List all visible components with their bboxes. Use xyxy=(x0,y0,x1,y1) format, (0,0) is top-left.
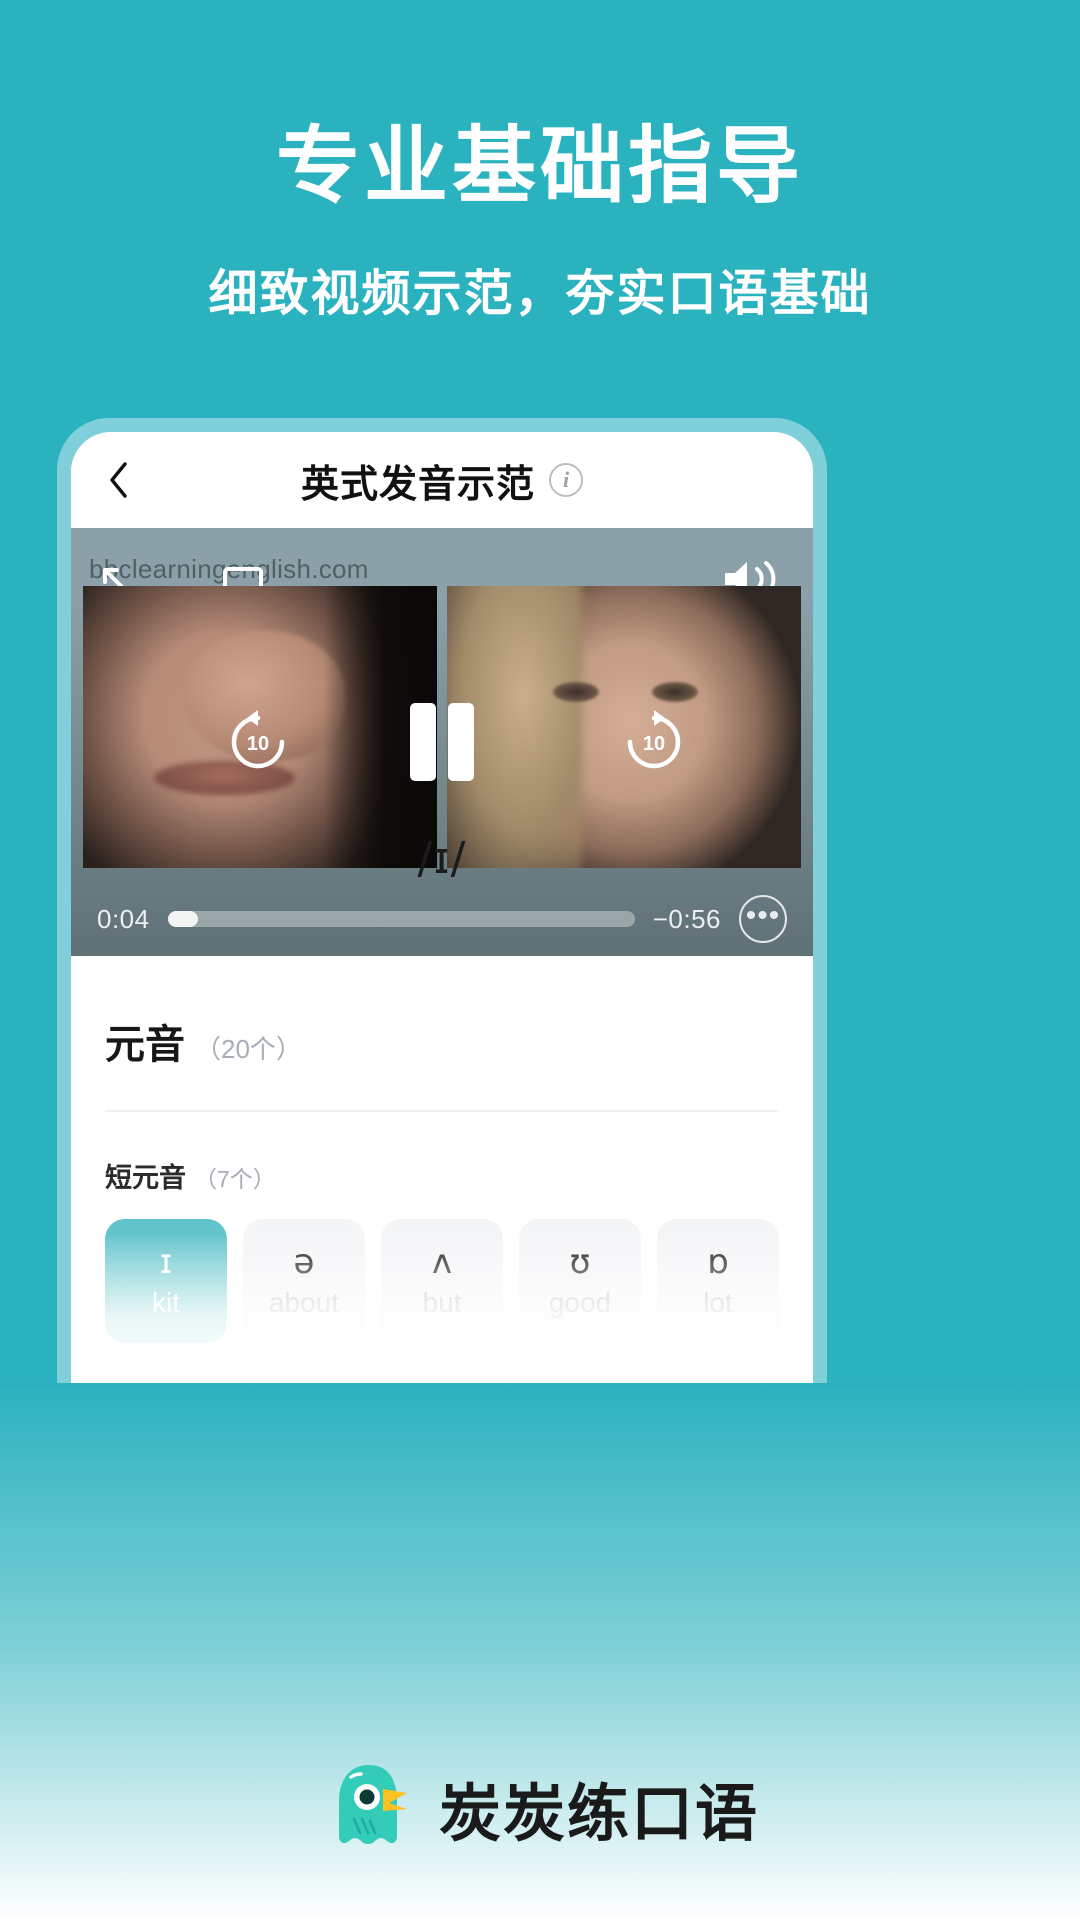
player-controls: 0:04 −0:56 ••• xyxy=(71,882,813,956)
phoneme-symbol: ʌ xyxy=(431,1242,453,1282)
phoneme-card-but[interactable]: ʌ but xyxy=(381,1219,503,1343)
replay-10-icon[interactable]: 10 xyxy=(221,705,295,779)
phoneme-symbol: ɪ xyxy=(159,1242,173,1282)
app-navbar: 英式发音示范 i xyxy=(71,432,813,528)
page-title: 英式发音示范 xyxy=(300,463,535,506)
phoneme-example-word: lot xyxy=(703,1287,733,1318)
svg-text:10: 10 xyxy=(247,733,269,755)
promo-headline: 专业基础指导 xyxy=(275,119,804,213)
phoneme-example-word: good xyxy=(548,1287,612,1318)
promo-subheadline: 细致视频示范，夯实口语基础 xyxy=(208,267,872,322)
remaining-time-label: −0:56 xyxy=(652,903,721,934)
info-icon[interactable]: i xyxy=(549,463,583,497)
phoneme-example-word: kit xyxy=(152,1287,180,1318)
phoneme-card-row-2: ebed æback xyxy=(105,1359,779,1383)
pause-bar-right xyxy=(448,703,474,781)
current-time-label: 0:04 xyxy=(97,903,150,934)
phoneme-card-lot[interactable]: ɒ lot xyxy=(657,1219,779,1343)
phoneme-card-row-1: ɪ kit ə about ʌ but ʊ good ɒ lot xyxy=(105,1219,779,1343)
svg-text:10: 10 xyxy=(643,733,665,755)
promo-text-block: 专业基础指导 细致视频示范，夯实口语基础 xyxy=(0,120,1080,325)
forward-10-icon[interactable]: 10 xyxy=(617,705,691,779)
phoneme-card-bed[interactable]: ebed xyxy=(105,1359,227,1383)
section-title: 元音 xyxy=(105,1023,185,1067)
face-eye-left xyxy=(553,681,600,702)
subsection-header-short-vowels: 短元音 （7个） xyxy=(105,1112,779,1219)
phoneme-symbol: ʊ xyxy=(569,1242,591,1282)
phoneme-card-about[interactable]: ə about xyxy=(243,1219,365,1343)
phoneme-example-word: but xyxy=(422,1287,462,1318)
tantan-bird-logo-icon xyxy=(321,1757,417,1858)
pause-bar-left xyxy=(410,703,436,781)
phone-frame: 英式发音示范 i bbclearningenglish.com 10 10 /ɪ… xyxy=(57,418,827,1383)
subsection-count: （7个） xyxy=(194,1166,276,1192)
video-player[interactable]: bbclearningenglish.com 10 10 /ɪ/ 0:04 −0… xyxy=(71,528,813,956)
phoneme-overlay-label: /ɪ/ xyxy=(417,833,467,884)
more-options-icon[interactable]: ••• xyxy=(739,895,787,943)
phoneme-example-word: about xyxy=(268,1287,340,1318)
vowel-content: 元音 （20个） 短元音 （7个） ɪ kit ə about ʌ but ʊ good ɒ lo… xyxy=(71,956,813,1383)
progress-scrubber[interactable] xyxy=(167,911,635,927)
face-eye-right xyxy=(652,681,699,702)
brand-name: 炭炭练口语 xyxy=(438,1779,759,1849)
phone-screen: 英式发音示范 i bbclearningenglish.com 10 10 /ɪ… xyxy=(71,432,813,1383)
back-chevron-icon[interactable] xyxy=(99,460,139,500)
phoneme-symbol: ə xyxy=(293,1242,315,1282)
navbar-title-group: 英式发音示范 i xyxy=(71,432,813,528)
pause-icon[interactable] xyxy=(410,703,474,781)
section-count: （20个） xyxy=(195,1034,302,1064)
phoneme-card-kit[interactable]: ɪ kit xyxy=(105,1219,227,1343)
progress-fill xyxy=(167,911,198,927)
brand-footer: 炭炭练口语 xyxy=(0,1757,1080,1858)
phoneme-card-back[interactable]: æback xyxy=(243,1359,365,1383)
phoneme-card-good[interactable]: ʊ good xyxy=(519,1219,641,1343)
section-header-vowels: 元音 （20个） xyxy=(105,956,779,1112)
subsection-title: 短元音 xyxy=(105,1163,186,1193)
phoneme-symbol: ɒ xyxy=(707,1242,729,1282)
